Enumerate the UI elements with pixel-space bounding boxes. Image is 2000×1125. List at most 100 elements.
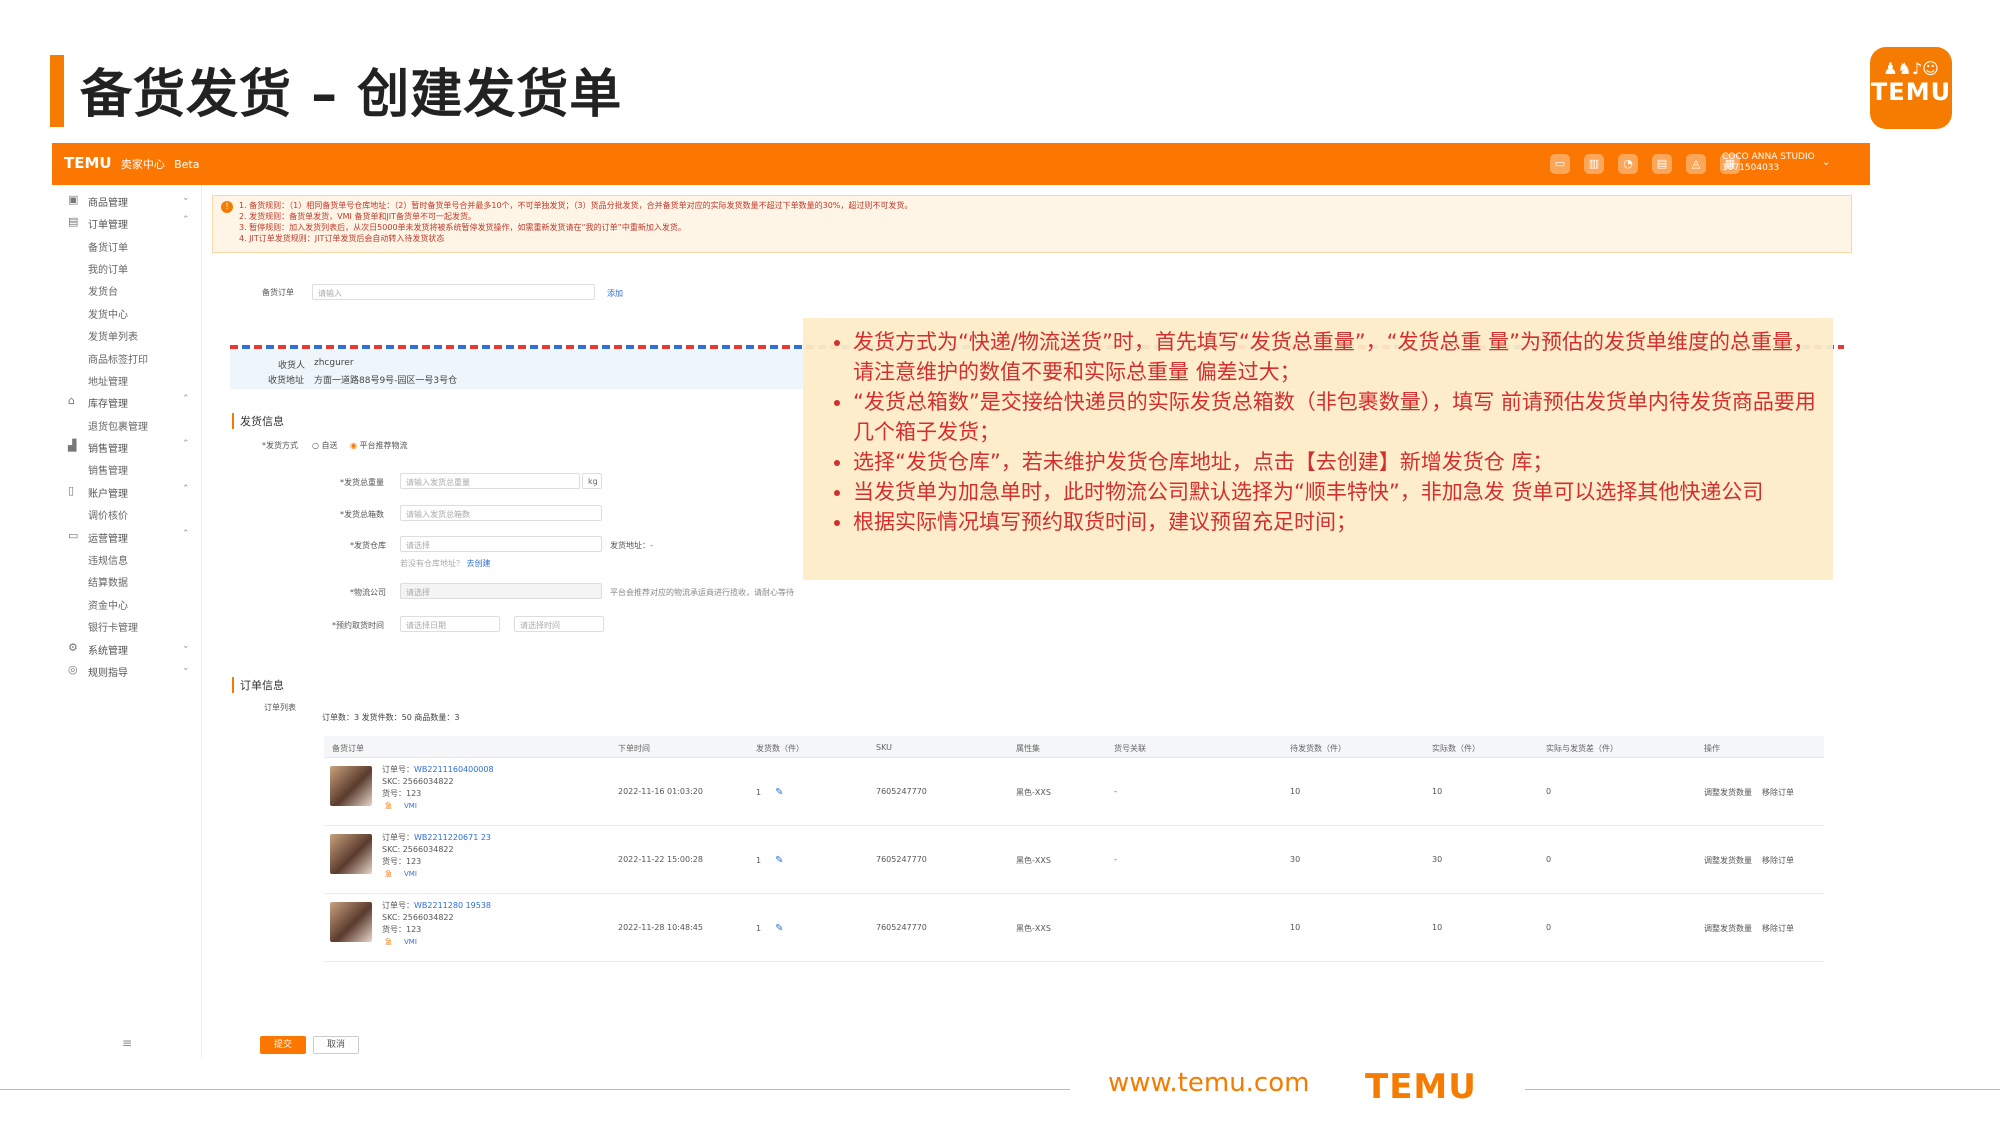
weight-unit: kg (582, 473, 602, 489)
logo-figures-icon: ♟♞♪☺ (1883, 59, 1939, 78)
sidebar-item-funds[interactable]: 资金中心 (52, 592, 202, 614)
product-info: 订单号：WB2211220671 23 SKC: 2566034822 货号：1… (382, 833, 492, 878)
warning-icon: ! (221, 201, 233, 213)
urgent-tag: 急 (385, 802, 392, 810)
warehouse-address: 发货地址：- (610, 541, 653, 550)
adjust-qty-link[interactable]: 调整发货数量 (1704, 855, 1752, 866)
slide-title: 备货发货 – 创建发货单 (80, 65, 623, 125)
sidebar-item-account[interactable]: ▯ 账户管理 ⌃ (52, 480, 202, 502)
order-no-link[interactable]: WB2211160400008 (414, 765, 494, 774)
sidebar-item-settlement[interactable]: 结算数据 (52, 569, 202, 591)
receiver-address-card: 收货人 zhcgurer 收货地址 方面一道路88号9号-园区一号3号仓 (230, 349, 830, 389)
adjust-qty-link[interactable]: 调整发货数量 (1704, 787, 1752, 798)
edit-icon[interactable]: ✎ (775, 855, 783, 866)
product-info: 订单号：WB2211280 19538 SKC: 2566034822 货号：1… (382, 901, 492, 946)
logistics-label: *物流公司 (350, 588, 386, 597)
chevron-down-icon: ⌄ (182, 663, 190, 673)
doc-icon[interactable]: ▤ (1652, 154, 1672, 174)
order-icon: ▤ (68, 215, 79, 228)
method-radio-platform[interactable]: ◉ 平台推荐物流 (350, 440, 408, 451)
warehouse-label: *发货仓库 (350, 541, 386, 550)
sidebar-item-operations[interactable]: ▭ 运营管理 ⌃ (52, 525, 202, 547)
sidebar-item-shipping-center[interactable]: 发货中心 (52, 301, 202, 323)
weight-input[interactable]: 请输入发货总重量 (400, 473, 580, 489)
adjust-qty-link[interactable]: 调整发货数量 (1704, 923, 1752, 934)
menu-collapse-icon[interactable]: ≡ (122, 1036, 132, 1050)
monitor-icon[interactable]: ▭ (1550, 154, 1570, 174)
notice-line: 4. JIT订单发货规则：JIT订单发货后会自动转入待发货状态 (239, 234, 445, 243)
brand[interactable]: TEMU 卖家中心 Beta (64, 154, 199, 172)
logistics-select[interactable]: 请选择 (400, 583, 602, 599)
sidebar-item-my-orders[interactable]: 我的订单 (52, 256, 202, 278)
store-switcher[interactable]: COCO ANNA STUDIO 1071504033 ⌄ (1722, 152, 1830, 174)
remove-order-link[interactable]: 移除订单 (1762, 787, 1794, 798)
method-radio-self[interactable]: ○ 自送 (312, 440, 338, 451)
order-no-link[interactable]: WB2211220671 23 (414, 833, 491, 842)
urgent-tag: 急 (385, 870, 392, 878)
brand-name: TEMU (64, 154, 112, 172)
order-input[interactable]: 请输入 (312, 284, 595, 300)
section-ship-info: 发货信息 (232, 413, 284, 429)
section-order-info: 订单信息 (232, 677, 284, 693)
pickup-date-input[interactable]: 请选择日期 (400, 616, 500, 632)
order-summary: 订单数：3 发货件数：50 商品数量：3 (322, 713, 460, 722)
chevron-up-icon: ⌃ (182, 529, 190, 539)
callout-bullet: 选择“发货仓库”，若未维护发货仓库地址，点击【去创建】新增发货仓 库； (853, 447, 1819, 477)
sidebar-item-violations[interactable]: 违规信息 (52, 547, 202, 569)
sidebar-item-shipment-list[interactable]: 发货单列表 (52, 323, 202, 345)
sidebar-item-inventory[interactable]: ⌂ 库存管理 ⌃ (52, 390, 202, 412)
beta-badge: Beta (174, 158, 200, 171)
sidebar-item-label-print[interactable]: 商品标签打印 (52, 346, 202, 368)
warehouse-hint: 若没有仓库地址？ 去创建 (400, 559, 491, 568)
chart-icon: ▟ (68, 439, 77, 452)
sidebar-item-shipping-desk[interactable]: 发货台 (52, 278, 202, 300)
create-warehouse-link[interactable]: 去创建 (467, 559, 491, 568)
notice-line: 2. 发货规则：备货单发货，VMI 备货单和JIT备货单不可一起发货。 (239, 212, 477, 221)
logo-word: TEMU (1870, 78, 1952, 106)
order-field-label: 备货订单 (262, 288, 294, 297)
sidebar-item-system[interactable]: ⚙ 系统管理 ⌄ (52, 637, 202, 659)
chevron-up-icon: ⌃ (182, 484, 190, 494)
sidebar-item-bank-card[interactable]: 银行卡管理 (52, 614, 202, 636)
add-order-link[interactable]: 添加 (607, 288, 623, 299)
bell-icon[interactable]: ◬ (1686, 154, 1706, 174)
boxes-label: *发货总箱数 (340, 510, 384, 519)
pickup-time-input[interactable]: 请选择时间 (514, 616, 604, 632)
address-value: 方面一道路88号9号-园区一号3号仓 (314, 376, 458, 386)
sidebar-item-returns[interactable]: 退货包裹管理 (52, 413, 202, 435)
sidebar-item-orders[interactable]: ▤ 订单管理 ⌃ (52, 211, 202, 233)
toolbar-icons: ▭ ▥ ◔ ▤ ◬ ▦ (1550, 154, 1740, 174)
vmi-tag: VMI (404, 870, 417, 878)
warehouse-select[interactable]: 请选择 (400, 536, 602, 552)
sidebar-item-product[interactable]: ▣ 商品管理 ⌄ (52, 189, 202, 211)
sidebar-item-address[interactable]: 地址管理 (52, 368, 202, 390)
boxes-input[interactable]: 请输入发货总箱数 (400, 505, 602, 521)
wallet-icon: ▯ (68, 484, 75, 497)
product-thumbnail (330, 766, 372, 806)
edit-icon[interactable]: ✎ (775, 923, 783, 934)
submit-button[interactable]: 提交 (260, 1036, 306, 1054)
sidebar-item-sales[interactable]: ▟ 销售管理 ⌃ (52, 435, 202, 457)
pickup-label: *预约取货时间 (332, 621, 384, 630)
cancel-button[interactable]: 取消 (313, 1036, 359, 1054)
notice-line: 1. 备货规则：（1）相同备货单号仓库地址：（2）暂时备货单号合并最多10个，不… (239, 201, 913, 210)
footer-line-right (1525, 1089, 2000, 1090)
remove-order-link[interactable]: 移除订单 (1762, 923, 1794, 934)
sidebar-item-rules[interactable]: ◎ 规则指导 ⌄ (52, 659, 202, 681)
chat-icon[interactable]: ◔ (1618, 154, 1638, 174)
address-label: 收货地址 (268, 376, 305, 386)
sidebar-item-sales-sub[interactable]: 销售管理 (52, 457, 202, 479)
edit-icon[interactable]: ✎ (775, 787, 783, 798)
urgent-tag: 急 (385, 938, 392, 946)
title-accent-bar (50, 55, 64, 127)
logistics-hint: 平台会推荐对应的物流承运商进行揽收，请耐心等待 (610, 588, 794, 597)
sidebar-item-stock-orders[interactable]: 备货订单 (52, 234, 202, 256)
remove-order-link[interactable]: 移除订单 (1762, 855, 1794, 866)
chevron-down-icon: ⌄ (182, 193, 190, 203)
chevron-up-icon: ⌃ (182, 215, 190, 225)
table-header: 备货订单 下单时间 发货数（件） SKU 属性集 货号关联 待发货数（件） 实际… (324, 736, 1824, 758)
sidebar-item-pricing[interactable]: 调价核价 (52, 502, 202, 524)
table-row: 订单号：WB2211280 19538 SKC: 2566034822 货号：1… (324, 894, 1824, 962)
book-icon[interactable]: ▥ (1584, 154, 1604, 174)
order-no-link[interactable]: WB2211280 19538 (414, 901, 491, 910)
